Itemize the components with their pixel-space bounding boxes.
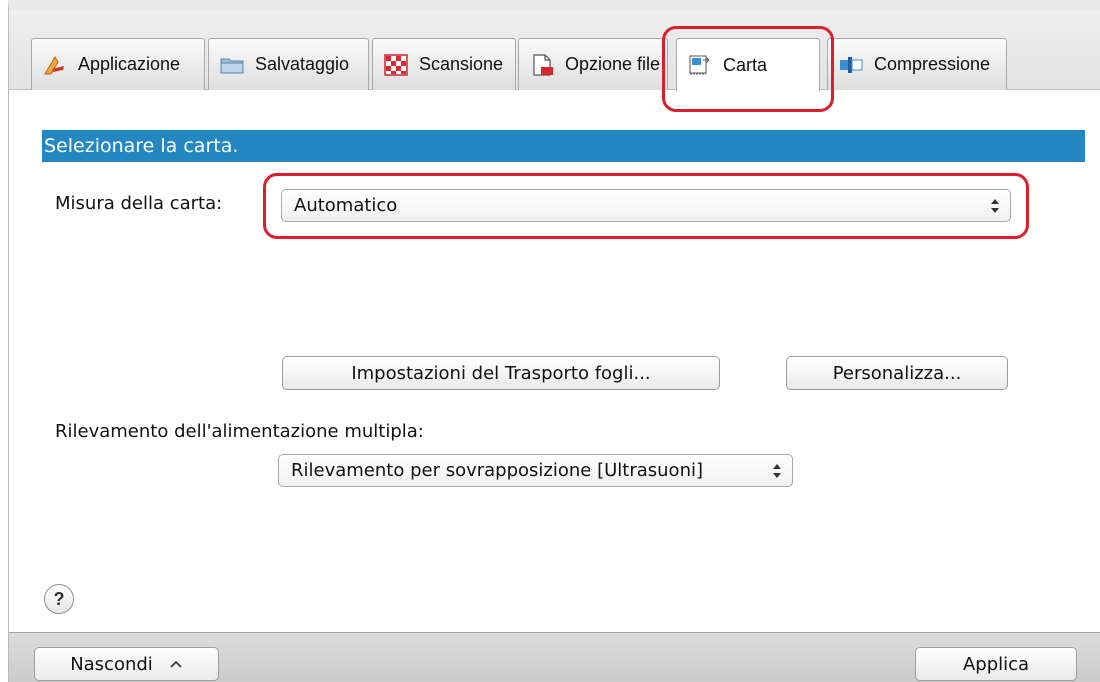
multifeed-value: Rilevamento per sovrapposizione [Ultrasu…	[291, 460, 703, 481]
multifeed-label: Rilevamento dell'alimentazione multipla:	[55, 421, 424, 442]
customize-button[interactable]: Personalizza...	[786, 356, 1008, 390]
tab-scansione[interactable]: Scansione	[372, 38, 516, 90]
paper-size-label: Misura della carta:	[55, 193, 223, 214]
tab-salvataggio[interactable]: Salvataggio	[208, 38, 369, 90]
settings-window: Applicazione Salvataggio Scansione Opzio…	[8, 0, 1100, 682]
tab-bar: Applicazione Salvataggio Scansione Opzio…	[9, 10, 1100, 91]
tab-applicazione[interactable]: Applicazione	[31, 38, 205, 90]
tab-carta[interactable]: Carta	[676, 38, 820, 91]
tab-label: Carta	[723, 54, 768, 75]
scan-icon	[383, 53, 409, 76]
paper-icon	[687, 54, 713, 76]
tab-label: Compressione	[874, 54, 991, 74]
tab-compressione[interactable]: Compressione	[827, 38, 1007, 90]
tab-label: Scansione	[419, 54, 504, 74]
apply-button[interactable]: Applica	[915, 647, 1077, 681]
tab-label: Applicazione	[78, 54, 181, 74]
up-down-arrows-icon	[772, 463, 782, 479]
multifeed-select[interactable]: Rilevamento per sovrapposizione [Ultrasu…	[278, 454, 793, 487]
application-icon	[42, 54, 68, 76]
tab-label: Opzione file	[565, 54, 661, 74]
tab-opzione-file[interactable]: Opzione file	[518, 38, 668, 90]
paper-size-select[interactable]: Automatico	[281, 189, 1011, 222]
folder-icon	[219, 54, 245, 76]
file-option-icon	[529, 53, 555, 76]
tab-label: Salvataggio	[255, 54, 350, 74]
hide-button[interactable]: Nascondi	[34, 647, 219, 681]
paper-size-value: Automatico	[294, 195, 398, 216]
hide-button-label: Nascondi	[70, 653, 153, 675]
help-icon: ?	[53, 588, 65, 609]
chevron-up-icon	[169, 659, 183, 669]
bottom-bar: Nascondi Applica	[9, 632, 1100, 682]
compression-icon	[838, 54, 864, 76]
section-title: Selezionare la carta.	[42, 130, 1085, 162]
up-down-arrows-icon	[990, 198, 1000, 214]
help-button[interactable]: ?	[44, 584, 74, 614]
feeder-settings-button[interactable]: Impostazioni del Trasporto fogli...	[282, 356, 720, 390]
